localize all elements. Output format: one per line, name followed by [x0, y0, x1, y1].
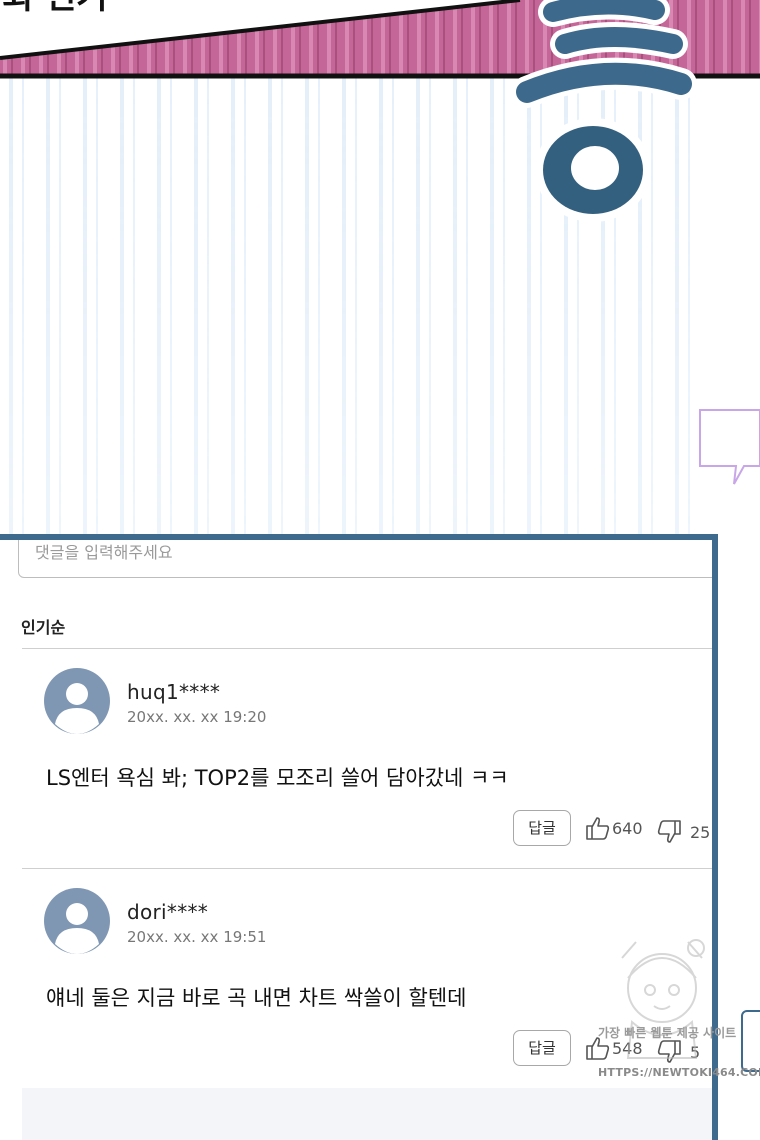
sound-effect-hmph	[511, 0, 697, 222]
comic-panel: 회 된거	[0, 0, 760, 540]
comment-date: 20xx. xx. xx 19:51	[127, 928, 267, 946]
reply-button[interactable]: 답글	[513, 810, 571, 846]
avatar-icon	[44, 888, 110, 954]
sort-popular-label[interactable]: 인기순	[21, 614, 65, 638]
comment-username: dori****	[127, 900, 209, 924]
speech-bubble-fragment	[699, 409, 760, 485]
like-count: 640	[612, 818, 643, 838]
caption-fragment: 회 된거	[2, 0, 108, 17]
watermark-mascot-icon	[621, 939, 705, 1059]
thumbs-up-icon	[586, 817, 610, 840]
comment-input-placeholder: 댓글을 입력해주세요	[35, 543, 173, 562]
comment-text: LS엔터 욕심 봐; TOP2를 모조리 쓸어 담아갔네 ㅋㅋ	[46, 766, 509, 790]
comment-date: 20xx. xx. xx 19:20	[127, 708, 267, 726]
dislike-count: 25	[690, 822, 711, 842]
comment-text: 얘네 둘은 지금 바로 곡 내면 차트 싹쓸이 할텐데	[46, 986, 467, 1010]
next-comment-row	[22, 1088, 712, 1140]
avatar-icon	[44, 668, 110, 734]
dislike-button[interactable]: 25	[656, 818, 710, 846]
watermark-url: HTTPS://NEWTOKI464.COM	[598, 1066, 760, 1079]
comment-item: huq1**** 20xx. xx. xx 19:20 LS엔터 욕심 봐; T…	[22, 648, 712, 868]
like-button[interactable]: 640	[585, 814, 643, 842]
thumbs-down-icon	[657, 820, 681, 843]
comment-username: huq1****	[127, 680, 221, 704]
watermark-text: 가장 빠른 웹툰 제공 사이트	[598, 1026, 737, 1040]
offscreen-panel-edge	[741, 1010, 760, 1072]
reply-button[interactable]: 답글	[513, 1030, 571, 1066]
comment-input[interactable]: 댓글을 입력해주세요	[18, 540, 712, 578]
